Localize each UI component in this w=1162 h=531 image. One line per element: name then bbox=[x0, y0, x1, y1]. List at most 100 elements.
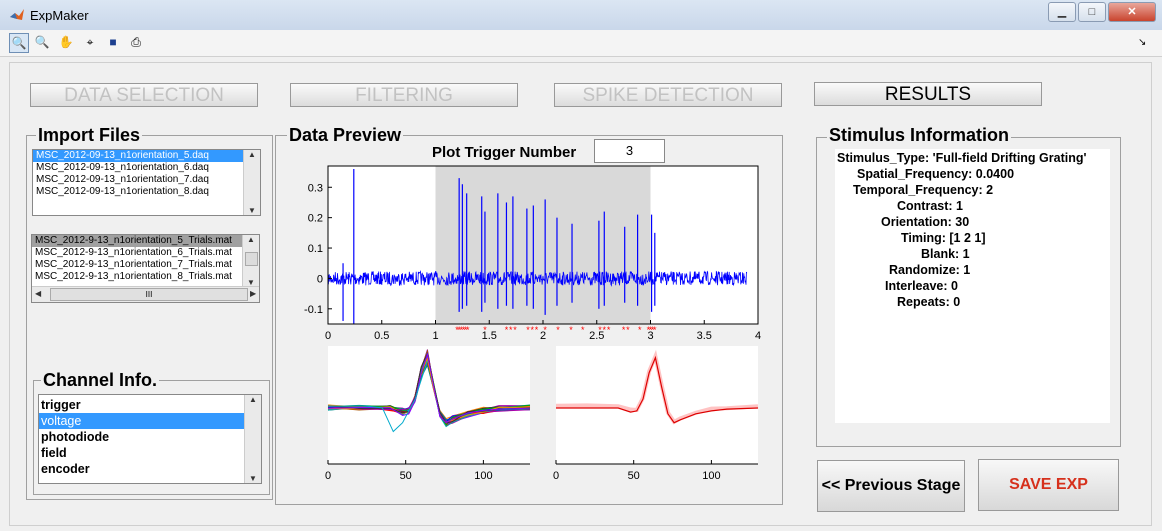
x-tick-label: 50 bbox=[400, 470, 412, 482]
y-tick-label: 0.2 bbox=[308, 213, 323, 225]
stimulus-field: Spatial_Frequency: 0.0400 bbox=[857, 167, 1015, 181]
results-button[interactable]: RESULTS bbox=[814, 82, 1042, 106]
stimulus-field: Repeats: 0 bbox=[897, 295, 961, 309]
stimulus-field: Stimulus_Type: 'Full-field Drifting Grat… bbox=[837, 151, 1087, 165]
minimize-button[interactable]: ▁ bbox=[1048, 2, 1076, 22]
trials-file-list[interactable]: MSC_2012-9-13_n1orientation_5_Trials.mat… bbox=[31, 234, 260, 303]
toolbar bbox=[0, 30, 1162, 57]
x-tick-label: 2 bbox=[540, 330, 546, 342]
daq-file-item[interactable]: MSC_2012-09-13_n1orientation_8.daq bbox=[33, 186, 244, 198]
waveform-overlay-plot[interactable]: 0 50 100 bbox=[318, 344, 540, 486]
channel-item[interactable]: trigger bbox=[39, 397, 245, 413]
trials-file-item[interactable]: MSC_2012-9-13_n1orientation_5_Trials.mat bbox=[32, 235, 243, 247]
pan-icon[interactable]: ✋ bbox=[57, 33, 75, 51]
spike-marker: * bbox=[581, 325, 585, 335]
channel-item[interactable]: encoder bbox=[39, 461, 245, 477]
data-preview-title: Data Preview bbox=[287, 125, 404, 146]
x-tick-label: 1.5 bbox=[482, 330, 497, 342]
stimulus-field: Blank: 1 bbox=[921, 247, 970, 261]
trials-list-scrollbar[interactable]: ▲ ▼ bbox=[242, 235, 259, 287]
stimulus-field: Timing: [1 2 1] bbox=[901, 231, 986, 245]
trials-hscrollbar[interactable]: ◀ III ▶ bbox=[32, 286, 259, 302]
x-tick-label: 3 bbox=[647, 330, 653, 342]
spike-marker: * bbox=[638, 325, 642, 335]
spike-marker: * bbox=[556, 325, 560, 335]
channel-item[interactable]: field bbox=[39, 445, 245, 461]
x-tick-label: 3.5 bbox=[697, 330, 712, 342]
zoom-in-icon[interactable]: 🔍 bbox=[9, 33, 29, 53]
spike-marker: * bbox=[653, 325, 657, 335]
scroll-down-icon[interactable]: ▼ bbox=[244, 206, 260, 215]
spike-marker: * bbox=[607, 325, 611, 335]
trigger-number-input[interactable]: 3 bbox=[594, 139, 665, 163]
y-tick-label: 0 bbox=[317, 273, 323, 285]
x-tick-label: 0.5 bbox=[374, 330, 389, 342]
spike-marker: * bbox=[513, 325, 517, 335]
daq-file-list[interactable]: MSC_2012-09-13_n1orientation_5.daq MSC_20… bbox=[32, 149, 261, 216]
x-tick-label: 100 bbox=[474, 470, 492, 482]
x-tick-label: 2.5 bbox=[589, 330, 604, 342]
save-icon[interactable]: ■ bbox=[104, 33, 122, 51]
data-selection-button[interactable]: DATA SELECTION bbox=[30, 83, 258, 107]
mean-waveform-plot[interactable]: 0 50 100 bbox=[546, 344, 768, 486]
spike-marker: * bbox=[466, 325, 470, 335]
stimulus-field: Randomize: 1 bbox=[889, 263, 971, 277]
daq-list-scrollbar[interactable]: ▲ ▼ bbox=[243, 150, 260, 215]
daq-file-item[interactable]: MSC_2012-09-13_n1orientation_7.daq bbox=[33, 174, 244, 186]
import-files-title: Import Files bbox=[36, 125, 143, 146]
scroll-up-icon[interactable]: ▲ bbox=[245, 395, 261, 404]
daq-file-item[interactable]: MSC_2012-09-13_n1orientation_5.daq bbox=[33, 150, 244, 162]
scroll-left-icon[interactable]: ◀ bbox=[35, 289, 41, 298]
stimulus-info-box: Stimulus_Type: 'Full-field Drifting Grat… bbox=[835, 149, 1110, 423]
y-tick-label: 0.3 bbox=[308, 182, 323, 194]
x-tick-label: 0 bbox=[553, 470, 559, 482]
channel-info-title: Channel Info. bbox=[41, 370, 159, 391]
spike-marker: * bbox=[626, 325, 630, 335]
spike-detection-button[interactable]: SPIKE DETECTION bbox=[554, 83, 782, 107]
title-bar bbox=[0, 0, 1162, 31]
channel-item[interactable]: photodiode bbox=[39, 429, 245, 445]
zoom-out-icon[interactable]: 🔍 bbox=[33, 33, 51, 51]
spike-marker: * bbox=[535, 325, 539, 335]
stimulus-field: Interleave: 0 bbox=[885, 279, 958, 293]
channel-list[interactable]: trigger voltage photodiode field encoder ▲ ▼ bbox=[38, 394, 262, 484]
previous-stage-button[interactable]: << Previous Stage bbox=[817, 460, 965, 512]
x-tick-label: 0 bbox=[325, 330, 331, 342]
hscroll-thumb[interactable]: III bbox=[50, 288, 248, 301]
close-button[interactable]: ✕ bbox=[1108, 2, 1156, 22]
stimulus-info-title: Stimulus Information bbox=[827, 125, 1011, 146]
save-exp-button[interactable]: SAVE EXP bbox=[978, 459, 1119, 511]
x-tick-label: 50 bbox=[628, 470, 640, 482]
x-tick-label: 4 bbox=[755, 330, 761, 342]
scroll-up-icon[interactable]: ▲ bbox=[244, 150, 260, 159]
y-tick-label: -0.1 bbox=[304, 304, 323, 316]
channel-list-scrollbar[interactable]: ▲ ▼ bbox=[244, 395, 261, 483]
print-icon[interactable]: ⎙ bbox=[127, 33, 145, 51]
data-cursor-icon[interactable]: ⌖ bbox=[81, 33, 99, 51]
filtering-button[interactable]: FILTERING bbox=[290, 83, 518, 107]
stimulus-field: Temporal_Frequency: 2 bbox=[853, 183, 994, 197]
matlab-logo-icon bbox=[10, 9, 24, 20]
maximize-button[interactable]: □ bbox=[1078, 2, 1106, 22]
x-tick-label: 1 bbox=[432, 330, 438, 342]
y-tick-label: 0.1 bbox=[308, 243, 323, 255]
stimulus-field: Contrast: 1 bbox=[897, 199, 963, 213]
dock-arrow-icon[interactable]: ↘ bbox=[1138, 37, 1146, 48]
trials-file-item[interactable]: MSC_2012-9-13_n1orientation_7_Trials.mat bbox=[32, 259, 243, 271]
trigger-window bbox=[435, 166, 651, 324]
x-tick-label: 0 bbox=[325, 470, 331, 482]
trials-file-item[interactable]: MSC_2012-9-13_n1orientation_6_Trials.mat bbox=[32, 247, 243, 259]
x-tick-label: 100 bbox=[702, 470, 720, 482]
trials-file-item[interactable]: MSC_2012-9-13_n1orientation_8_Trials.mat bbox=[32, 271, 243, 283]
spike-marker: * bbox=[569, 325, 573, 335]
scroll-up-icon[interactable]: ▲ bbox=[243, 235, 259, 244]
stimulus-field: Orientation: 30 bbox=[881, 215, 970, 229]
window-title: ExpMaker bbox=[30, 8, 89, 23]
scroll-thumb[interactable] bbox=[245, 252, 258, 266]
scroll-down-icon[interactable]: ▼ bbox=[245, 474, 261, 483]
daq-file-item[interactable]: MSC_2012-09-13_n1orientation_6.daq bbox=[33, 162, 244, 174]
plot-trigger-label: Plot Trigger Number bbox=[432, 144, 577, 161]
scroll-right-icon[interactable]: ▶ bbox=[250, 289, 256, 298]
main-trace-plot[interactable]: ****** * * * * * * * * * * * * * * * * * ****0 0.5 1 1.5 2 2.5 3… bbox=[296, 164, 771, 346]
channel-item[interactable]: voltage bbox=[39, 413, 245, 429]
